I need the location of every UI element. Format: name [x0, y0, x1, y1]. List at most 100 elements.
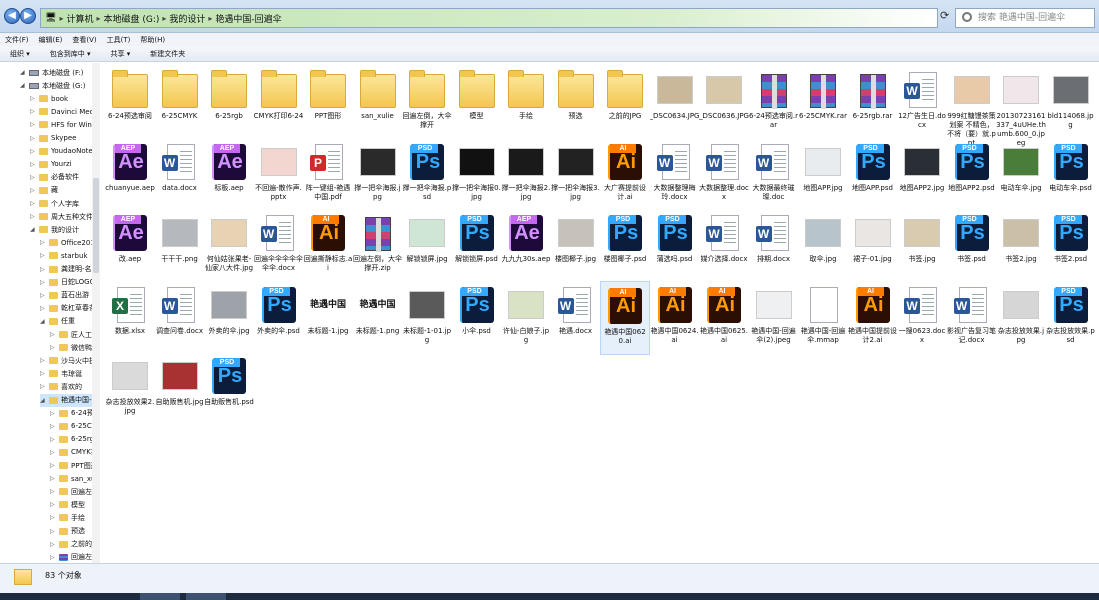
- file-item[interactable]: 未标题-1-01.jpg: [402, 281, 452, 355]
- file-item[interactable]: AEP Ae 九九九30s.aep: [501, 209, 551, 283]
- chevron-right-icon[interactable]: ▷: [50, 331, 56, 338]
- chevron-right-icon[interactable]: ▷: [40, 279, 46, 286]
- file-item[interactable]: PSD Ps 地图APP.psd: [848, 138, 898, 212]
- file-item[interactable]: 模型: [452, 66, 502, 140]
- toolbar-button[interactable]: 共享 ▾: [111, 49, 131, 59]
- file-item[interactable]: PSD Ps 电动车伞.psd: [1046, 138, 1096, 212]
- file-item[interactable]: AI Ai 艳遇中国0624.ai: [650, 281, 700, 355]
- sidebar-item[interactable]: ▷ book: [30, 92, 99, 105]
- file-item[interactable]: 回遍左倒，大伞撑开.zip: [353, 209, 403, 283]
- sidebar-item[interactable]: ◢ 我的设计: [30, 223, 99, 236]
- toolbar-button[interactable]: 组织 ▾: [10, 49, 30, 59]
- sidebar-item[interactable]: ◢ 本地磁盘 (F:): [20, 66, 99, 79]
- file-item[interactable]: 不回遍-散作声.pptx: [254, 138, 304, 212]
- sidebar-item[interactable]: ▷ 喜欢的: [40, 380, 99, 393]
- file-item[interactable]: 地图APP.jpg: [798, 138, 848, 212]
- chevron-right-icon[interactable]: ◢: [40, 397, 46, 404]
- file-item[interactable]: 书签2.jpg: [996, 209, 1046, 283]
- sidebar-item[interactable]: ▷ 蓝石出游: [40, 289, 99, 302]
- file-item[interactable]: 许仙-白娘子.jpg: [501, 281, 551, 355]
- file-item[interactable]: W 艳遇.docx: [551, 281, 601, 355]
- chevron-right-icon[interactable]: ▷: [50, 449, 56, 456]
- chevron-right-icon[interactable]: ▷: [40, 252, 46, 259]
- sidebar-item[interactable]: ▷沙马火中折出绝: [40, 354, 99, 367]
- sidebar-item[interactable]: ▷ starbuk: [40, 249, 99, 262]
- sidebar-item[interactable]: ▷ 藏: [30, 184, 99, 197]
- file-item[interactable]: PSD Ps 楼图椰子.psd: [600, 209, 650, 283]
- file-item[interactable]: 地图APP2.jpg: [897, 138, 947, 212]
- file-item[interactable]: Wdata.docx: [155, 138, 205, 212]
- chevron-right-icon[interactable]: ▷: [50, 423, 56, 430]
- file-item[interactable]: W 媒介选择.docx: [699, 209, 749, 283]
- file-item[interactable]: 杂志投放效果2.jpg: [105, 352, 155, 426]
- refresh-icon[interactable]: ⟳: [940, 9, 949, 22]
- chevron-right-icon[interactable]: ◢: [30, 226, 36, 233]
- file-item[interactable]: W 一搜0623.docx: [897, 281, 947, 355]
- toolbar-button[interactable]: 包含到库中 ▾: [50, 49, 91, 59]
- chevron-right-icon[interactable]: ▷: [30, 95, 36, 102]
- file-item[interactable]: 撑一把伞海报.jpg: [353, 138, 403, 212]
- file-item[interactable]: 6-25CMYK: [155, 66, 205, 140]
- file-item[interactable]: PSD Ps 书签.psd: [947, 209, 997, 283]
- sidebar-item[interactable]: ▷ 周大五种文件格: [30, 210, 99, 223]
- chevron-right-icon[interactable]: ▷: [30, 135, 36, 142]
- sidebar-item[interactable]: ▷ 韦琼诞: [40, 367, 99, 380]
- chevron-right-icon[interactable]: ◢: [40, 318, 46, 325]
- sidebar-item[interactable]: ▷ Davinci Media: [30, 105, 99, 118]
- file-item[interactable]: AEP Ae chuanyue.aep: [105, 138, 155, 212]
- sidebar-item[interactable]: ▷ 乾杠草春茶: [40, 302, 99, 315]
- file-item[interactable]: W 大数据最终璀璨.doc: [749, 138, 799, 212]
- file-item[interactable]: 电动车伞.jpg: [996, 138, 1046, 212]
- breadcrumb-item[interactable]: 艳遇中国-回遍伞: [215, 12, 281, 25]
- file-item[interactable]: 裙子-01.jpg: [848, 209, 898, 283]
- file-item[interactable]: PSD Ps 地图APP2.psd: [947, 138, 997, 212]
- file-item[interactable]: 6-24预选审阅.rar: [749, 66, 799, 140]
- menu-item[interactable]: 编辑(E): [39, 35, 63, 45]
- file-item[interactable]: 预选: [551, 66, 601, 140]
- chevron-right-icon[interactable]: ▷: [30, 213, 36, 220]
- sidebar-item[interactable]: ▷ HFS for Windo: [30, 118, 99, 131]
- file-item[interactable]: 杂志投放效果.jpg: [996, 281, 1046, 355]
- file-item[interactable]: PSD Ps 书签2.psd: [1046, 209, 1096, 283]
- sidebar-item[interactable]: ◢艳遇中国-回遍: [40, 393, 99, 407]
- chevron-right-icon[interactable]: ▷: [40, 383, 46, 390]
- file-item[interactable]: 6-25CMYK.rar: [798, 66, 848, 140]
- file-item[interactable]: 外卖的伞.jpg: [204, 281, 254, 355]
- sidebar-item[interactable]: ▷ Office2016: [40, 236, 99, 249]
- file-item[interactable]: 艳遇中国 未标题-1.png: [353, 281, 403, 355]
- file-item[interactable]: PSD Ps 外卖的伞.psd: [254, 281, 304, 355]
- file-item[interactable]: W 12广告生日.docx: [897, 66, 947, 140]
- file-item[interactable]: 何仙姑张果老-仙家八大件.jpg: [204, 209, 254, 283]
- breadcrumb-item[interactable]: 我的设计: [169, 12, 205, 25]
- file-item[interactable]: PSD Ps 小伞.psd: [452, 281, 502, 355]
- file-item[interactable]: 6-25rgb.rar: [848, 66, 898, 140]
- file-item[interactable]: W 影视广告复习笔记.docx: [947, 281, 997, 355]
- file-item[interactable]: PSD Ps 解锁锁屏.psd: [452, 209, 502, 283]
- menu-item[interactable]: 工具(T): [107, 35, 131, 45]
- chevron-right-icon[interactable]: ▷: [40, 357, 46, 364]
- chevron-right-icon[interactable]: ▷: [40, 239, 46, 246]
- chevron-right-icon[interactable]: ▷: [40, 305, 46, 312]
- file-item[interactable]: 干干干.png: [155, 209, 205, 283]
- chevron-right-icon[interactable]: ▷: [50, 554, 56, 561]
- file-item[interactable]: AEP Ae 标板.aep: [204, 138, 254, 212]
- file-item[interactable]: 手绘: [501, 66, 551, 140]
- chevron-right-icon[interactable]: ▷: [50, 475, 56, 482]
- sidebar-item[interactable]: ▷ 龚建明-名片: [40, 263, 99, 276]
- chevron-right-icon[interactable]: ▷: [50, 410, 56, 417]
- file-item[interactable]: 6-25rgb: [204, 66, 254, 140]
- chevron-right-icon[interactable]: ▷: [50, 514, 56, 521]
- file-item[interactable]: 20130723161337_4uUHe.thumb.600_0.jpeg: [996, 66, 1046, 147]
- chevron-right-icon[interactable]: ▷: [30, 161, 36, 168]
- sidebar-scrollbar[interactable]: [92, 63, 100, 565]
- sidebar-item[interactable]: ▷ 必备软件: [30, 171, 99, 184]
- file-item[interactable]: _DSC0634.JPG: [650, 66, 700, 140]
- file-item[interactable]: X 数据.xlsx: [105, 281, 155, 355]
- file-item[interactable]: 楼图椰子.jpg: [551, 209, 601, 283]
- file-item[interactable]: PSD Ps 自助贩售机.psd: [204, 352, 254, 426]
- chevron-right-icon[interactable]: ▷: [50, 488, 56, 495]
- toolbar-button[interactable]: 新建文件夹: [150, 49, 185, 59]
- chevron-right-icon[interactable]: ◢: [20, 82, 26, 89]
- sidebar-item[interactable]: ▷ YoudaoNote: [30, 145, 99, 158]
- chevron-right-icon[interactable]: ▷: [50, 436, 56, 443]
